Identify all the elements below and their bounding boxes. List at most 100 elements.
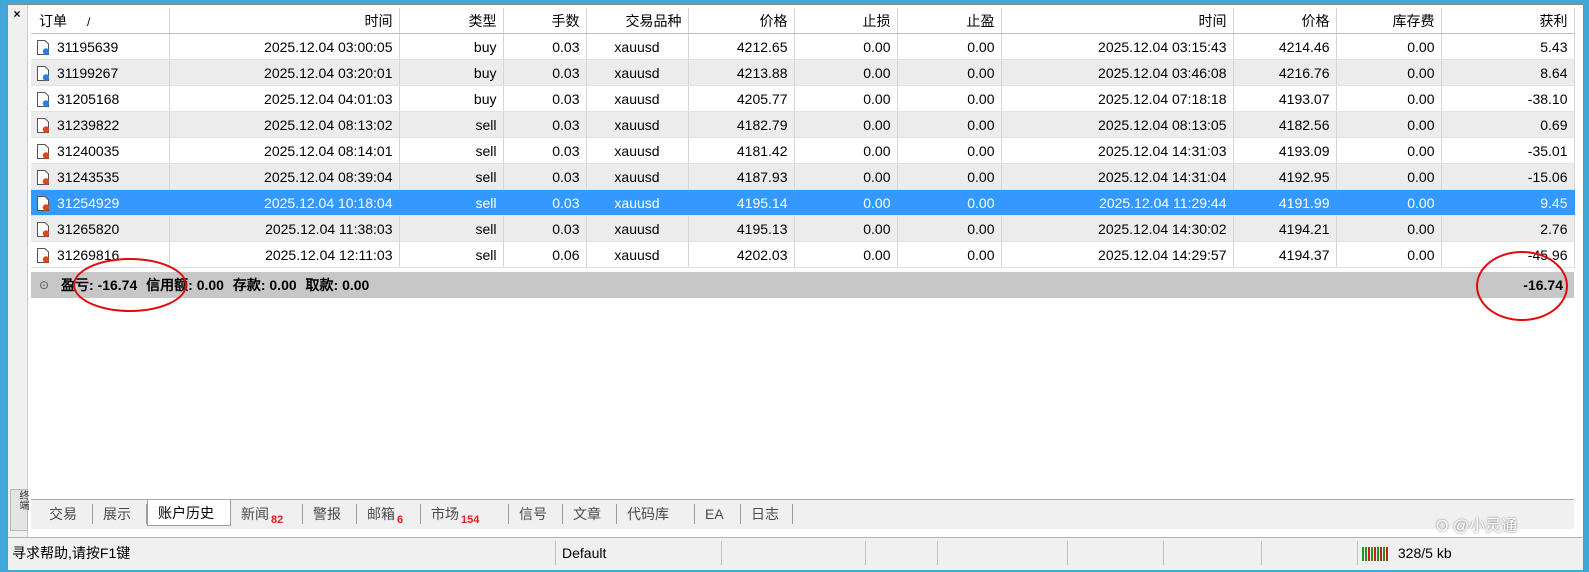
column-header-label: 时间 [1198,12,1227,29]
sell-order-icon [37,143,49,159]
column-header[interactable]: 订单 / [31,8,170,34]
cell-value: sell [475,246,497,263]
cell-value: 2025.12.04 08:14:01 [264,142,393,159]
cell-value: xauusd [614,38,660,55]
cell-open-time: 2025.12.04 04:01:03 [169,85,400,112]
cell-open-price: 4182.79 [688,111,795,138]
cell-lots: 0.03 [503,163,587,190]
cell-order: 31243535 [31,163,170,190]
cell-value: 4182.56 [1278,116,1330,133]
cell-value: 31195639 [57,38,119,55]
table-row[interactable]: 31195639 2025.12.04 03:00:05 buy 0.03 xauusd… [31,33,1575,60]
cell-value: 0.03 [552,116,580,133]
column-header[interactable]: 库存费 [1336,8,1442,34]
tab-8[interactable]: 文章 [563,504,617,524]
tab-2[interactable]: 账户历史 [147,500,231,526]
cell-open-price: 4195.14 [688,189,795,216]
status-connection[interactable]: 328/5 kb [1358,541,1583,565]
cell-close-time: 2025.12.04 14:29:57 [1001,241,1234,268]
cell-value: 0.00 [1407,220,1435,237]
tab-1[interactable]: 展示 [93,504,147,524]
account-history-table: 订单 / 时间 类型 手数 交易品种 价格 止损 止盈 时间 价格 库存费 获利 31195639 202… [31,8,1575,268]
close-icon[interactable]: × [10,7,24,21]
tab-7[interactable]: 信号 [509,504,563,524]
cell-value: 2025.12.04 03:15:43 [1098,38,1227,55]
cell-value: 0.03 [552,168,580,185]
cell-type: sell [399,189,504,216]
tab-6[interactable]: 市场 154 [421,504,509,526]
tab-5[interactable]: 邮箱 6 [357,504,421,526]
cell-sl: 0.00 [794,189,898,216]
cell-value: sell [475,142,497,159]
terminal-side-label[interactable]: 终端 [10,489,28,531]
column-header-label: 类型 [468,12,497,29]
status-profile[interactable]: Default [556,541,722,565]
cell-value: 4193.09 [1278,142,1330,159]
cell-symbol: xauusd [586,111,689,138]
status-bar: 寻求帮助,请按F1键 Default 328/5 kb [8,537,1583,570]
cell-tp: 0.00 [897,215,1002,242]
column-header-label: 时间 [364,12,393,29]
column-header[interactable]: 止盈 [897,8,1002,34]
cell-swap: 0.00 [1336,189,1442,216]
column-header[interactable]: 价格 [1233,8,1337,34]
cell-order: 31239822 [31,111,170,138]
cell-close-time: 2025.12.04 14:31:04 [1001,163,1234,190]
cell-value: -35.01 [1527,142,1568,159]
tab-label: 邮箱 [367,506,395,522]
cell-value: 9.45 [1540,194,1568,211]
column-header[interactable]: 止损 [794,8,898,34]
table-header-row: 订单 / 时间 类型 手数 交易品种 价格 止损 止盈 时间 价格 库存费 获利 [31,8,1575,34]
column-header[interactable]: 手数 [503,8,587,34]
cell-value: 2025.12.04 11:29:44 [1099,194,1227,211]
column-header[interactable]: 时间 [169,8,400,34]
cell-value: 2025.12.04 14:31:04 [1098,168,1227,185]
tab-10[interactable]: EA [695,504,741,524]
status-cell-empty-2 [866,541,938,565]
table-row[interactable]: 31239822 2025.12.04 08:13:02 sell 0.03 xauus… [31,111,1575,138]
cell-tp: 0.00 [897,111,1002,138]
cell-value: 0.03 [552,142,580,159]
cell-swap: 0.00 [1336,85,1442,112]
table-row[interactable]: 31269816 2025.12.04 12:11:03 sell 0.06 xauus… [31,241,1575,268]
table-row[interactable]: 31199267 2025.12.04 03:20:01 buy 0.03 xauusd… [31,59,1575,86]
tab-label: 代码库 [627,506,669,522]
table-row[interactable]: 31240035 2025.12.04 08:14:01 sell 0.03 xauus… [31,137,1575,164]
tab-11[interactable]: 日志 [741,504,793,524]
cell-sl: 0.00 [794,137,898,164]
column-header[interactable]: 价格 [688,8,795,34]
summary-collapse-icon[interactable]: ⊙ [39,272,49,298]
cell-order: 31240035 [31,137,170,164]
cell-value: 0.00 [967,64,995,81]
cell-value: 0.00 [863,90,891,107]
cell-value: 0.00 [1407,64,1435,81]
table-row[interactable]: 31243535 2025.12.04 08:39:04 sell 0.03 xauus… [31,163,1575,190]
tab-9[interactable]: 代码库 [617,504,695,524]
cell-open-price: 4181.42 [688,137,795,164]
column-header[interactable]: 类型 [399,8,504,34]
column-header[interactable]: 交易品种 [586,8,689,34]
column-header-label: 价格 [1301,12,1330,29]
table-row[interactable]: 31265820 2025.12.04 11:38:03 sell 0.03 xauus… [31,215,1575,242]
cell-close-time: 2025.12.04 08:13:05 [1001,111,1234,138]
cell-profit: -35.01 [1441,137,1575,164]
table-row[interactable]: 31205168 2025.12.04 04:01:03 buy 0.03 xauusd… [31,85,1575,112]
tab-label: 信号 [519,506,547,522]
table-row[interactable]: 31254929 2025.12.04 10:18:04 sell 0.03 xauus… [31,189,1575,216]
cell-value: xauusd [614,220,660,237]
column-header[interactable]: 时间 [1001,8,1234,34]
sell-order-icon [37,221,49,237]
tab-3[interactable]: 新闻 82 [231,504,303,526]
cell-value: 0.00 [967,246,995,263]
cell-value: xauusd [614,194,660,211]
cell-type: buy [399,33,504,60]
cell-close-time: 2025.12.04 03:15:43 [1001,33,1234,60]
tab-label: 日志 [751,506,779,522]
cell-value: 0.03 [552,220,580,237]
tab-0[interactable]: 交易 [39,504,93,524]
cell-swap: 0.00 [1336,215,1442,242]
tab-4[interactable]: 警报 [303,504,357,524]
cell-value: 2025.12.04 03:00:05 [264,38,393,55]
column-header[interactable]: 获利 [1441,8,1575,34]
status-profile-text: Default [562,545,607,561]
